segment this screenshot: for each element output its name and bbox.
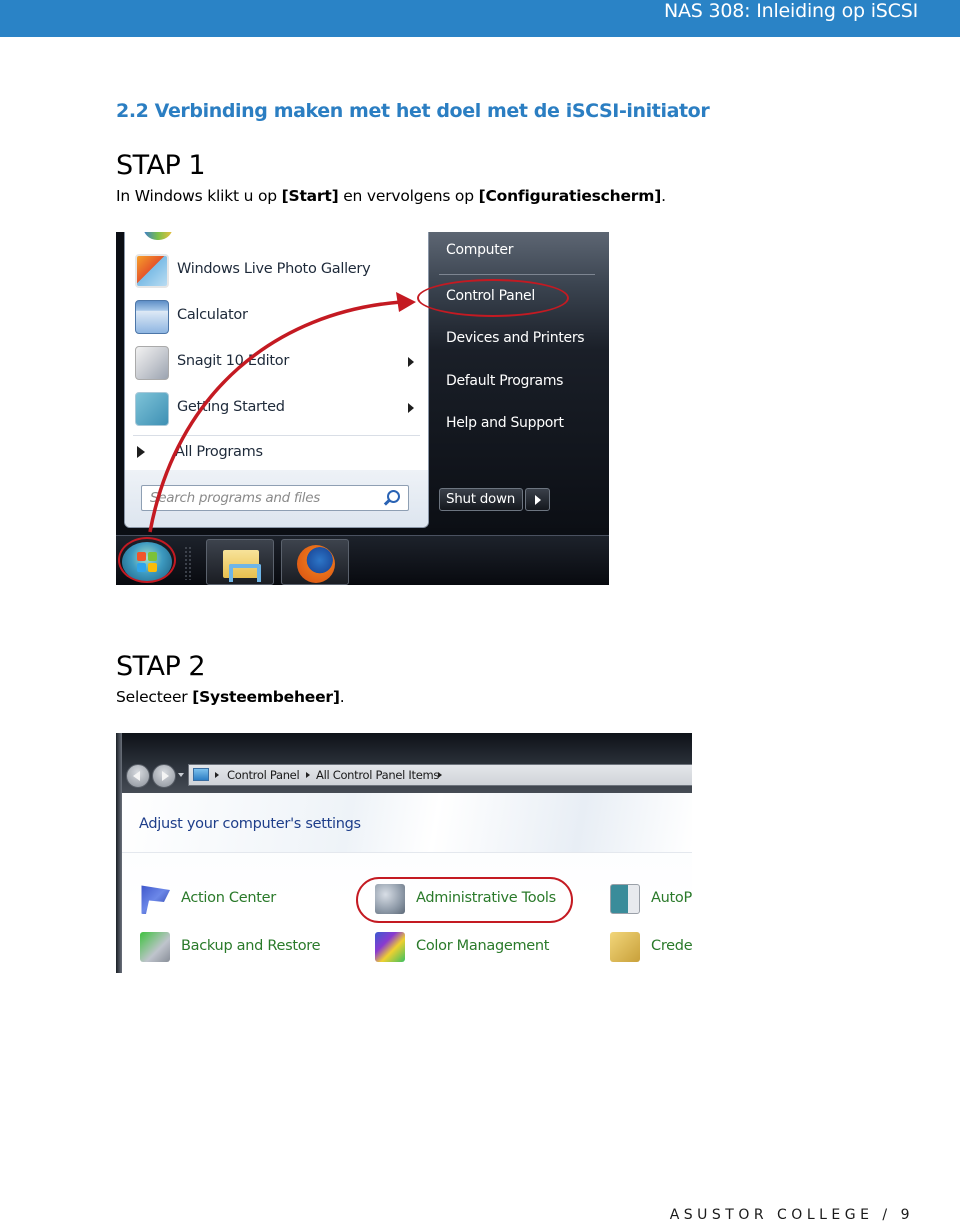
control-panel-icon	[193, 768, 209, 781]
section-heading: 2.2 Verbinding maken met het doel met de…	[116, 100, 710, 122]
cp-item-label: Color Management	[416, 938, 550, 954]
breadcrumb-separator-icon[interactable]	[438, 772, 442, 778]
cp-item-label: Action Center	[181, 890, 276, 906]
arrow-curve	[148, 300, 402, 533]
start-keyword: [Start]	[281, 187, 339, 205]
address-bar[interactable]: Control Panel All Control Panel Items	[188, 764, 692, 786]
page-footer: ASUSTOR COLLEGE / 9	[669, 1207, 914, 1223]
header-bar: NAS 308: Inleiding op iSCSI	[0, 0, 960, 37]
back-button[interactable]	[126, 764, 150, 788]
step-2-title: STAP 2	[116, 651, 206, 682]
color-management-icon	[375, 932, 405, 962]
step-1-instruction: In Windows klikt u op [Start] en vervolg…	[116, 187, 666, 205]
forward-button[interactable]	[152, 764, 176, 788]
action-center-flag-icon	[141, 885, 170, 914]
cp-item-label: AutoPl	[651, 890, 692, 906]
arrow-head	[396, 292, 416, 312]
text: In Windows klikt u op	[116, 187, 282, 205]
breadcrumb-control-panel[interactable]: Control Panel	[227, 768, 300, 782]
breadcrumb-separator-icon[interactable]	[306, 772, 310, 778]
backup-restore-icon	[140, 932, 170, 962]
autoplay-icon	[610, 884, 640, 914]
text: Selecteer	[116, 688, 193, 706]
recent-pages-dropdown-icon[interactable]	[178, 773, 184, 777]
configuratiescherm-keyword: [Configuratiescherm]	[478, 187, 662, 205]
cp-item-label: Backup and Restore	[181, 938, 321, 954]
control-panel-screenshot: Control Panel All Control Panel Items Ad…	[116, 733, 692, 973]
document-title: NAS 308: Inleiding op iSCSI	[664, 0, 918, 22]
content-heading: Adjust your computer's settings	[139, 816, 361, 832]
control-panel-content: Adjust your computer's settings Action C…	[122, 793, 692, 973]
systeembeheer-keyword: [Systeembeheer]	[192, 688, 340, 706]
breadcrumb-all-items[interactable]: All Control Panel Items	[316, 768, 439, 782]
text: .	[339, 688, 345, 706]
cp-item-label: Creder	[651, 938, 692, 954]
step-2-instruction: Selecteer [Systeembeheer].	[116, 688, 345, 706]
text: .	[661, 187, 666, 205]
text: en vervolgens op	[338, 187, 479, 205]
administrative-tools-highlight-circle	[356, 877, 573, 923]
content-header: Adjust your computer's settings	[122, 793, 692, 853]
credential-manager-icon	[610, 932, 640, 962]
breadcrumb-separator-icon[interactable]	[215, 772, 219, 778]
step-1-title: STAP 1	[116, 150, 206, 181]
annotation-arrow	[148, 292, 416, 533]
window-chrome: Control Panel All Control Panel Items	[116, 733, 692, 793]
